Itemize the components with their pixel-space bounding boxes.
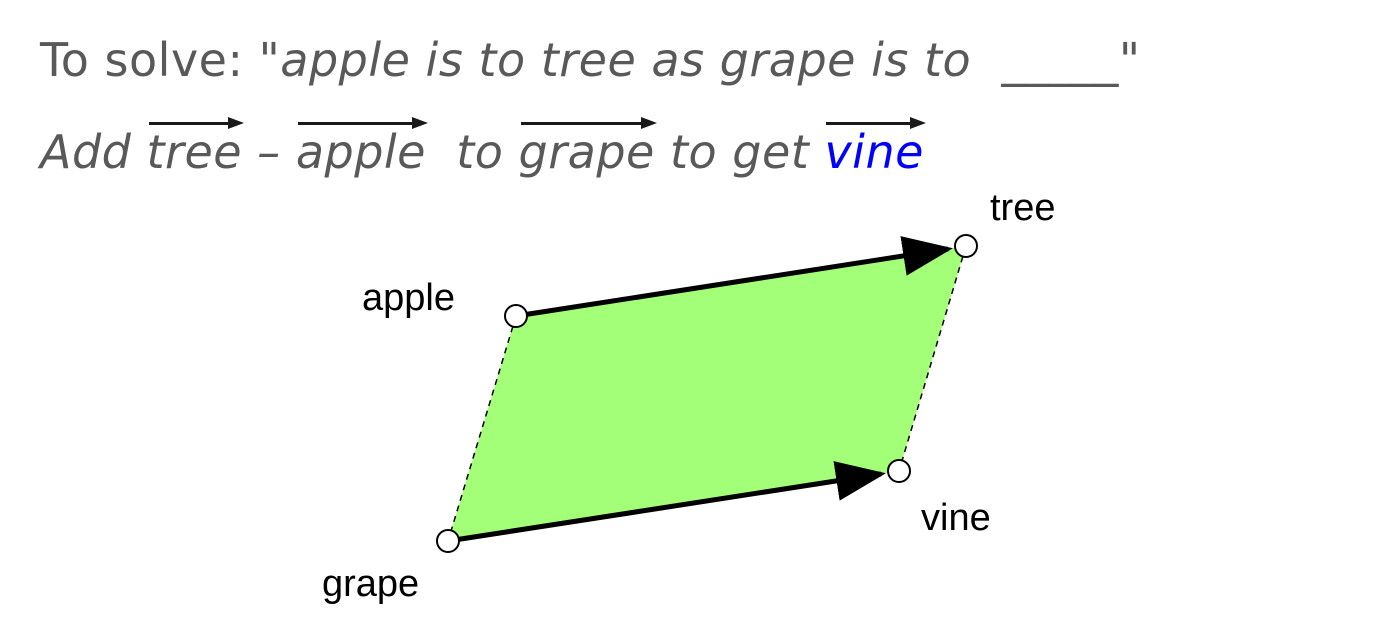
label-tree: tree xyxy=(990,187,1055,229)
node-vine xyxy=(887,459,911,483)
node-apple xyxy=(504,304,528,328)
node-grape xyxy=(436,529,460,553)
parallelogram-diagram: apple tree grape vine xyxy=(322,187,1055,605)
label-apple: apple xyxy=(362,277,455,319)
node-tree xyxy=(954,234,978,258)
parallelogram-fill xyxy=(448,246,966,541)
label-grape: grape xyxy=(322,563,419,605)
label-vine: vine xyxy=(921,497,991,539)
